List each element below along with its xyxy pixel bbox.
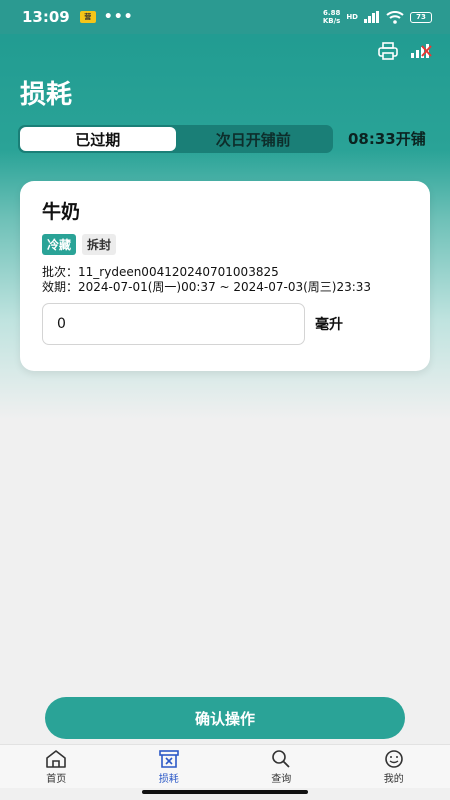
- expiry-value: 2024-07-01(周一)00:37 ~ 2024-07-03(周三)23:3…: [78, 280, 372, 294]
- quantity-unit: 毫升: [315, 317, 343, 333]
- header-toolbar: [378, 42, 432, 60]
- confirm-button[interactable]: 确认操作: [45, 697, 405, 739]
- printer-signal-disconnected-icon[interactable]: [410, 43, 432, 59]
- tab-expired[interactable]: 已过期: [20, 127, 176, 151]
- search-icon: [272, 749, 290, 768]
- quantity-row: 毫升: [42, 303, 408, 345]
- battery-icon: 73: [410, 11, 432, 23]
- nav-item-search[interactable]: 查询: [225, 745, 338, 788]
- batch-row: 批次： 11_rydeen004120240701003825: [42, 265, 408, 280]
- waste-bin-icon: [158, 749, 179, 768]
- nav-item-waste[interactable]: 损耗: [113, 745, 226, 788]
- waste-item-card: 牛奶 冷藏 拆封 批次： 11_rydeen004120240701003825…: [20, 181, 430, 371]
- batch-value: 11_rydeen004120240701003825: [78, 265, 279, 279]
- page-title: 损耗: [20, 80, 73, 110]
- nav-label-search: 查询: [271, 773, 292, 785]
- status-time: 13:09: [22, 8, 70, 26]
- tab-before-next-opening[interactable]: 次日开铺前: [176, 127, 332, 151]
- expiry-label: 效期：: [42, 280, 79, 294]
- nav-label-waste: 损耗: [158, 773, 179, 785]
- expiry-row: 效期： 2024-07-01(周一)00:37 ~ 2024-07-03(周三)…: [42, 280, 408, 295]
- nav-item-home[interactable]: 首页: [0, 745, 113, 788]
- network-type: HD: [346, 13, 358, 21]
- batch-label: 批次：: [42, 265, 79, 279]
- smiley-profile-icon: [384, 749, 403, 768]
- more-notifications-icon: •••: [103, 9, 134, 25]
- nav-item-profile[interactable]: 我的: [338, 745, 450, 788]
- filter-tabs: 已过期 次日开铺前: [18, 125, 333, 153]
- quantity-input[interactable]: [42, 303, 305, 345]
- network-speed: 6.88 KB/s: [322, 9, 341, 25]
- tag-opened: 拆封: [82, 234, 117, 255]
- home-icon: [46, 749, 67, 768]
- tag-refrigerated: 冷藏: [42, 234, 77, 255]
- item-tags: 冷藏 拆封: [42, 234, 408, 255]
- wifi-icon: [386, 10, 404, 24]
- store-open-time: 08:33开铺: [348, 130, 426, 148]
- status-indicators: 6.88 KB/s HD 73: [323, 9, 432, 25]
- item-name: 牛奶: [42, 201, 81, 223]
- nav-label-profile: 我的: [383, 773, 404, 785]
- status-bar: 13:09 营 ••• 6.88 KB/s HD 73: [0, 0, 450, 34]
- notification-badge: 营: [79, 11, 96, 23]
- printer-icon[interactable]: [378, 42, 398, 60]
- signal-icon: [364, 11, 379, 23]
- item-info: 批次： 11_rydeen004120240701003825 效期： 2024…: [42, 265, 408, 295]
- home-indicator: [142, 790, 308, 794]
- nav-label-home: 首页: [46, 773, 67, 785]
- bottom-nav: 首页 损耗 查询 我的: [0, 744, 450, 788]
